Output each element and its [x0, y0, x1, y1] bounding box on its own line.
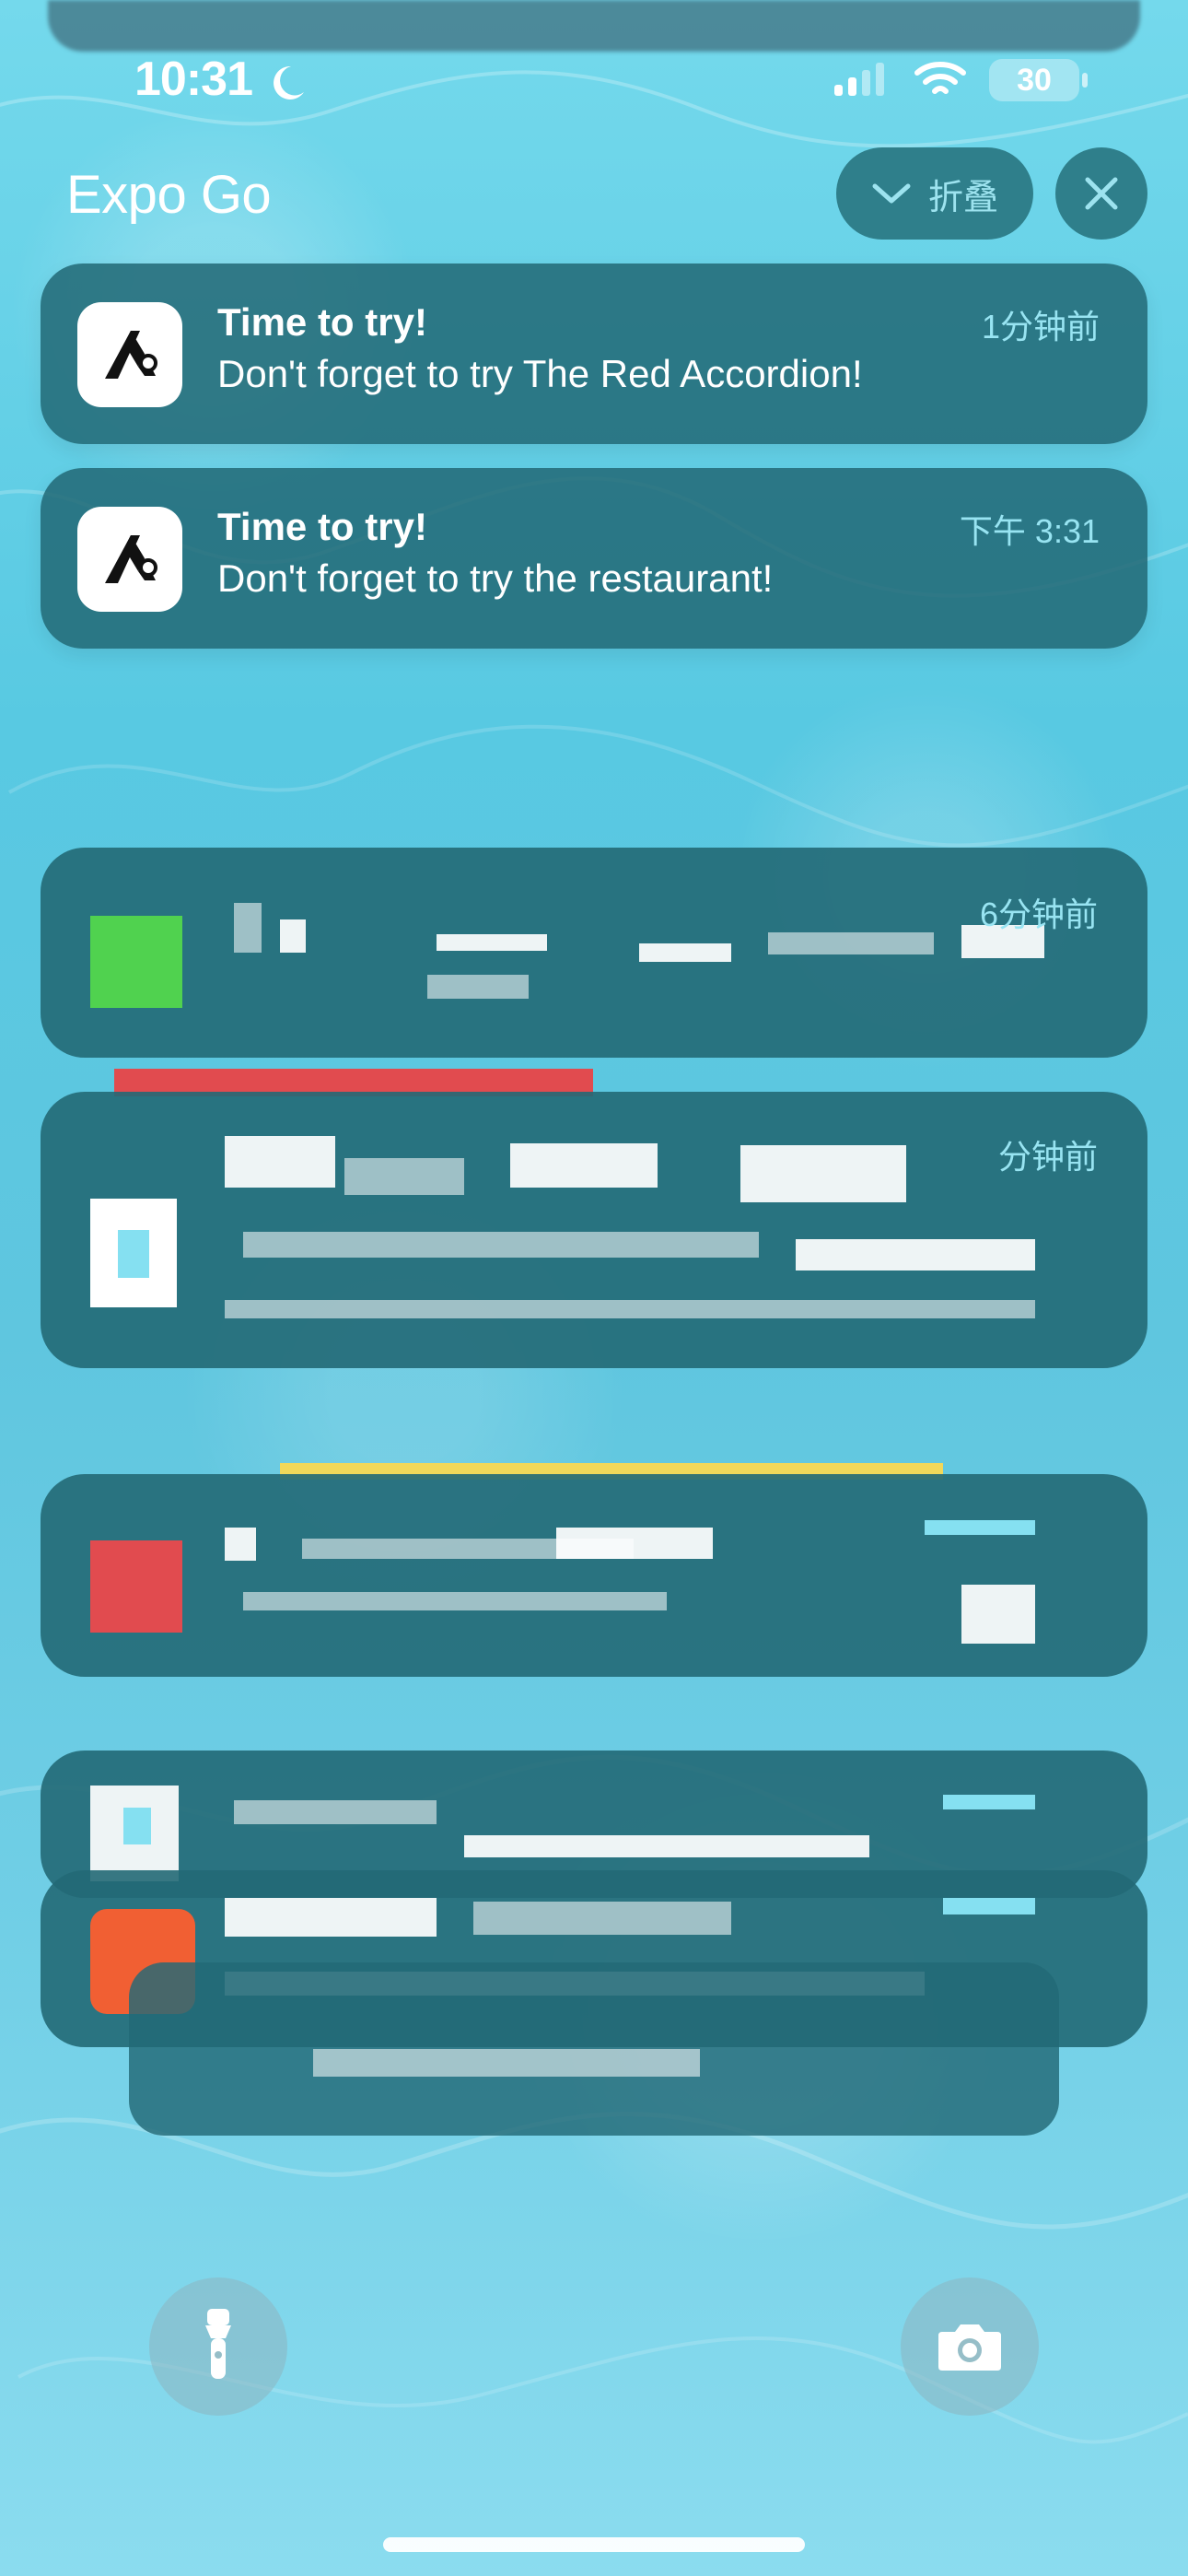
camera-icon [938, 2324, 1001, 2371]
signal-icon [834, 63, 884, 96]
blurred-notification-time: 6分钟前 [979, 896, 1098, 933]
collapse-group-button[interactable]: 折叠 [836, 147, 1033, 240]
close-icon [1085, 177, 1118, 210]
blurred-text-block [234, 903, 262, 953]
blurred-text-block [243, 1592, 667, 1610]
clear-group-button[interactable] [1055, 147, 1147, 240]
blurred-text-block [243, 1232, 759, 1258]
notification-body: Don't forget to try The Red Accordion! [217, 352, 863, 395]
flashlight-button[interactable] [149, 2277, 287, 2416]
blurred-text-block [768, 932, 934, 954]
blurred-text-block [556, 1528, 713, 1559]
expo-logo-icon [105, 331, 157, 379]
expo-go-app-icon [77, 507, 182, 612]
status-time: 10:31 [134, 53, 253, 106]
notification-title: Time to try! [217, 505, 427, 548]
expo-go-app-icon [77, 302, 182, 407]
blurred-time-strip [943, 1795, 1035, 1809]
blurred-text-block [225, 1136, 335, 1188]
blurred-notification-stack: 6分钟前 分钟前 [41, 848, 1147, 2211]
blurred-text-block [796, 1239, 1035, 1270]
blurred-app-icon [90, 916, 182, 1008]
flashlight-icon [205, 2309, 231, 2379]
battery-percent: 30 [1017, 62, 1052, 98]
status-icons: 30 [833, 59, 1088, 101]
notification-card[interactable]: Time to try! Don't forget to try The Red… [41, 263, 1147, 444]
notification-time: 1分钟前 [981, 308, 1100, 345]
blurred-icon-detail [118, 1230, 149, 1278]
blurred-text-block [234, 1800, 437, 1824]
notification-title: Time to try! [217, 300, 427, 344]
battery-icon: 30 [989, 59, 1088, 101]
blurred-thumbnail [961, 1585, 1035, 1644]
wifi-icon [914, 62, 966, 94]
moon-icon [274, 65, 304, 100]
camera-button[interactable] [901, 2277, 1039, 2416]
blurred-notification-card[interactable]: 分钟前 [41, 1092, 1147, 1368]
blurred-notification-time: 分钟前 [997, 1138, 1098, 1176]
blurred-text-block [344, 1158, 464, 1195]
home-indicator[interactable] [383, 2537, 805, 2552]
blurred-text-block [464, 1835, 869, 1857]
blurred-icon-detail [123, 1808, 151, 1844]
blurred-text-block [313, 2049, 700, 2077]
notification-body: Don't forget to try the restaurant! [217, 556, 774, 600]
blurred-text-block [427, 975, 529, 999]
blurred-notification-card[interactable]: 6分钟前 [41, 848, 1147, 1058]
blurred-text-block [437, 934, 547, 951]
blurred-notification-card[interactable] [129, 1962, 1059, 2136]
chevron-down-icon [872, 183, 911, 204]
notification-group-title: Expo Go [66, 165, 272, 225]
blurred-text-block [225, 1300, 1035, 1318]
blurred-text-block [280, 919, 306, 953]
blurred-time-strip [943, 1898, 1035, 1914]
blurred-text-block [740, 1145, 906, 1202]
collapse-label: 折叠 [927, 178, 998, 217]
notification-time: 下午 3:31 [959, 512, 1100, 550]
notification-card[interactable]: Time to try! Don't forget to try the res… [41, 468, 1147, 649]
blurred-text-block [225, 1528, 256, 1561]
blurred-text-block [510, 1143, 658, 1188]
status-bar: 10:31 30 [0, 44, 1188, 118]
blurred-notification-card[interactable] [41, 1474, 1147, 1677]
blurred-app-icon [90, 1540, 182, 1633]
blurred-text-block [639, 943, 731, 962]
blurred-time-strip [925, 1520, 1035, 1535]
expo-logo-icon [105, 535, 157, 583]
blurred-text-block [225, 1898, 437, 1937]
blurred-text-block [473, 1902, 731, 1935]
